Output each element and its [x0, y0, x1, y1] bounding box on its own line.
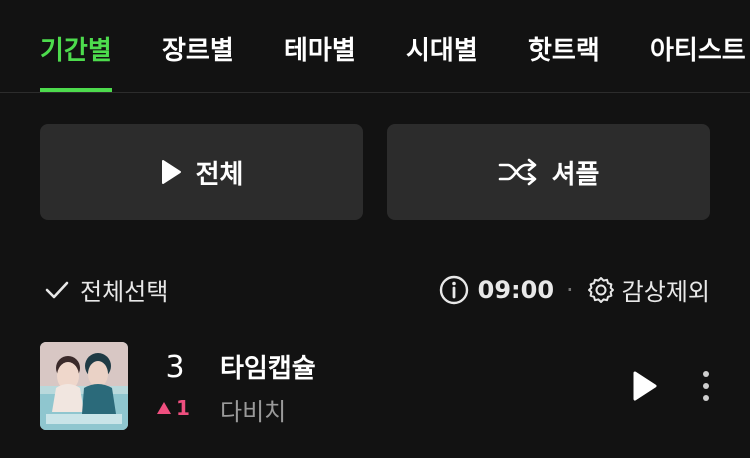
- rank-change: 1: [156, 396, 190, 420]
- exclude-button[interactable]: 감상제외: [586, 272, 710, 307]
- shuffle-icon: [498, 158, 536, 186]
- tab-hot-track[interactable]: 핫트랙: [528, 30, 600, 92]
- tab-genre[interactable]: 장르별: [162, 30, 234, 92]
- more-vertical-icon[interactable]: [698, 368, 714, 404]
- category-tabs: 기간별 장르별 테마별 시대별 핫트랙 아티스트: [0, 0, 750, 93]
- shuffle-button[interactable]: 셔플: [387, 124, 710, 220]
- triangle-up-icon: [157, 402, 171, 414]
- separator-dot: ·: [566, 275, 574, 304]
- select-all-toggle[interactable]: 전체선택: [44, 272, 168, 307]
- track-title: 타임캡슐: [220, 354, 316, 384]
- track-row[interactable]: 3 1 타임캡슐 다비치: [40, 342, 710, 430]
- play-all-label: 전체: [195, 159, 244, 190]
- album-art[interactable]: [40, 342, 128, 430]
- play-icon[interactable]: [630, 370, 658, 402]
- rank-change-value: 1: [176, 396, 190, 420]
- rank-number: 3: [165, 350, 185, 385]
- check-icon: [45, 281, 69, 298]
- exclude-label: 감상제외: [621, 278, 710, 306]
- duration-text: 09:00: [477, 275, 555, 304]
- select-all-label: 전체선택: [80, 278, 169, 306]
- info-icon[interactable]: [438, 274, 470, 306]
- shuffle-label: 셔플: [551, 159, 600, 190]
- gear-icon: [587, 276, 614, 303]
- tab-period[interactable]: 기간별: [40, 30, 112, 92]
- tab-artist[interactable]: 아티스트: [650, 30, 746, 92]
- play-all-button[interactable]: 전체: [40, 124, 363, 220]
- tab-theme[interactable]: 테마별: [284, 30, 356, 92]
- tab-era[interactable]: 시대별: [406, 30, 478, 92]
- list-meta: 09:00 · 감상제외: [438, 272, 710, 307]
- track-artist[interactable]: 다비치: [220, 392, 286, 427]
- play-icon: [161, 160, 181, 184]
